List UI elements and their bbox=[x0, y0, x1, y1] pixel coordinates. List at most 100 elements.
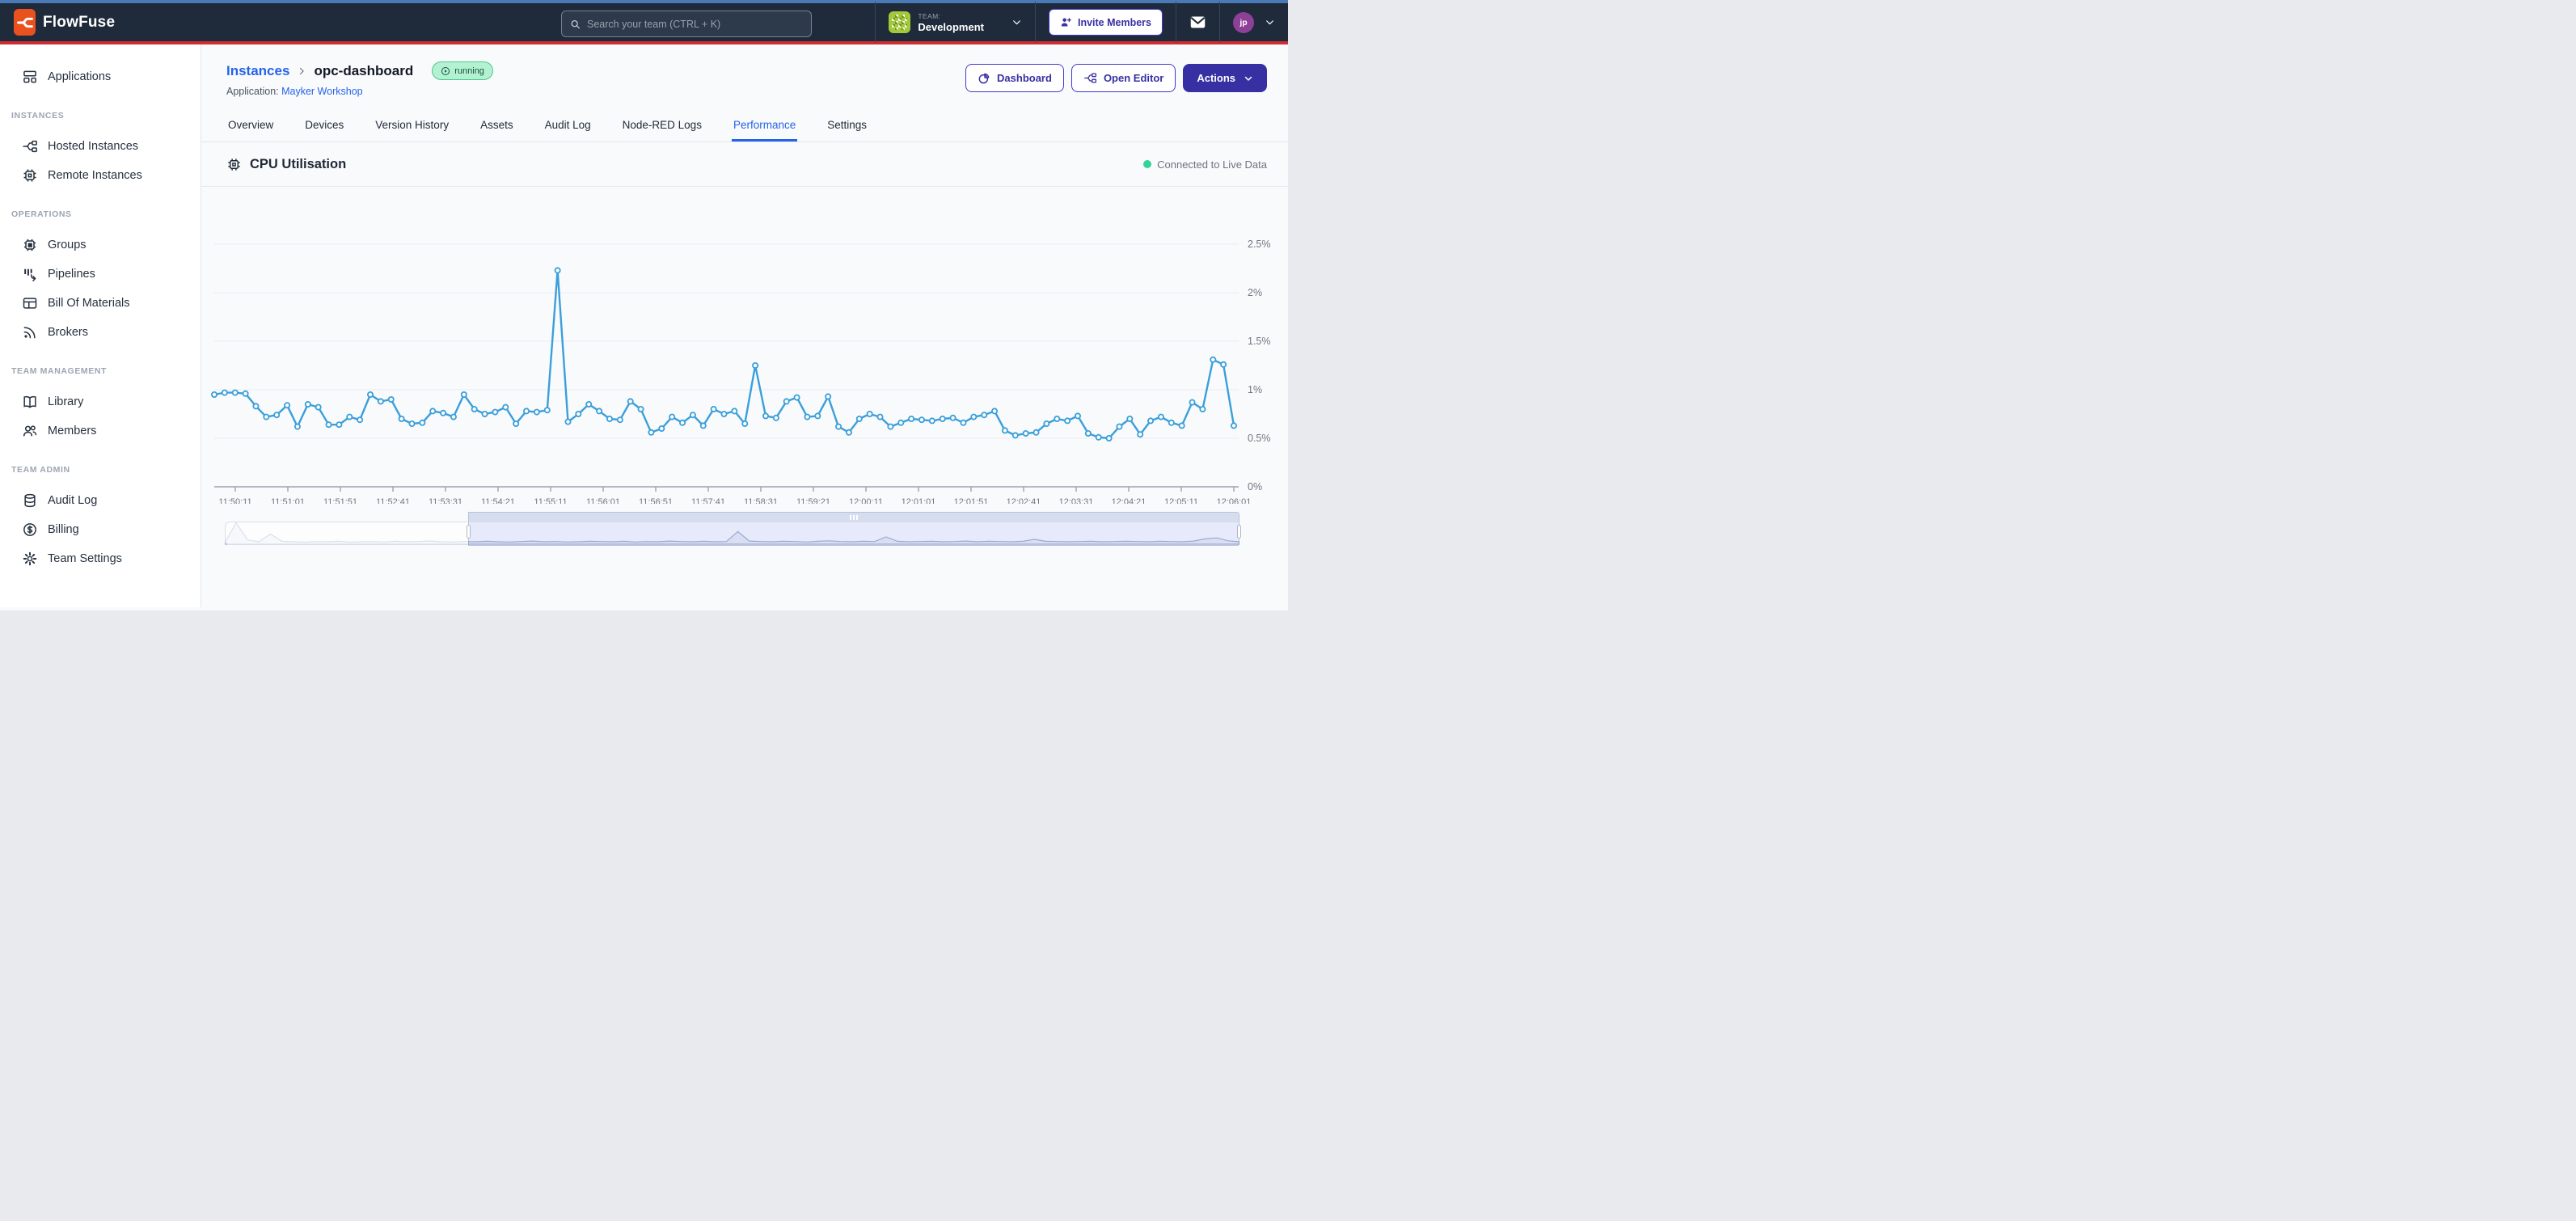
sidebar-item-remote-instances[interactable]: Remote Instances bbox=[0, 161, 201, 190]
grid-icon bbox=[22, 69, 38, 85]
instance-tabs: Overview Devices Version History Assets Audi… bbox=[201, 112, 1288, 142]
team-avatar bbox=[889, 11, 910, 33]
chip-filled-icon bbox=[22, 237, 38, 253]
sidebar-section-instances: INSTANCES bbox=[0, 111, 201, 120]
sidebar-section-team-admin: TEAM ADMIN bbox=[0, 465, 201, 475]
sidebar-item-label: Brokers bbox=[48, 326, 88, 339]
svg-text:12:01:51: 12:01:51 bbox=[954, 497, 989, 504]
svg-text:0%: 0% bbox=[1248, 481, 1262, 492]
team-name: Development bbox=[918, 21, 984, 33]
svg-text:11:54:21: 11:54:21 bbox=[481, 497, 515, 504]
svg-text:11:57:41: 11:57:41 bbox=[691, 497, 725, 504]
sidebar-item-label: Library bbox=[48, 395, 83, 408]
user-plus-icon bbox=[1060, 16, 1072, 28]
svg-text:12:06:01: 12:06:01 bbox=[1217, 497, 1252, 504]
sidebar-item-billing[interactable]: Billing bbox=[0, 515, 201, 544]
svg-text:0.5%: 0.5% bbox=[1248, 433, 1271, 444]
sidebar-item-team-settings[interactable]: Team Settings bbox=[0, 544, 201, 573]
breadcrumb-instances-link[interactable]: Instances bbox=[226, 63, 289, 79]
open-editor-button[interactable]: Open Editor bbox=[1071, 64, 1176, 92]
dashboard-button[interactable]: Dashboard bbox=[965, 64, 1064, 92]
svg-text:2.5%: 2.5% bbox=[1248, 239, 1271, 250]
play-circle-icon bbox=[441, 66, 450, 76]
sidebar-item-pipelines[interactable]: Pipelines bbox=[0, 260, 201, 289]
panel-title: CPU Utilisation bbox=[226, 157, 346, 172]
sidebar-item-label: Bill Of Materials bbox=[48, 297, 130, 310]
svg-text:11:50:11: 11:50:11 bbox=[218, 497, 251, 504]
application-link[interactable]: Mayker Workshop bbox=[281, 86, 363, 97]
tab-performance[interactable]: Performance bbox=[732, 112, 797, 142]
svg-text:11:51:01: 11:51:01 bbox=[271, 497, 305, 504]
main-content: Instances opc-dashboard running Applicat… bbox=[201, 44, 1288, 607]
tab-settings[interactable]: Settings bbox=[826, 112, 868, 142]
brush-drag-strip[interactable] bbox=[469, 513, 1239, 522]
svg-text:12:03:31: 12:03:31 bbox=[1059, 497, 1094, 504]
sidebar-item-label: Pipelines bbox=[48, 268, 95, 281]
book-icon bbox=[22, 394, 38, 410]
brush-unselected-region[interactable] bbox=[225, 522, 468, 545]
status-badge: running bbox=[432, 61, 493, 80]
flowfuse-app: FlowFuse TEAM: Development Invite Member… bbox=[0, 0, 1288, 610]
tab-assets[interactable]: Assets bbox=[479, 112, 515, 142]
sidebar-item-audit-log[interactable]: Audit Log bbox=[0, 486, 201, 515]
brand-name: FlowFuse bbox=[43, 14, 115, 32]
svg-text:12:00:11: 12:00:11 bbox=[849, 497, 883, 504]
mail-icon[interactable] bbox=[1189, 14, 1206, 31]
sidebar-item-groups[interactable]: Groups bbox=[0, 230, 201, 260]
sidebar-nav: Applications INSTANCES Hosted Instances Rem… bbox=[0, 44, 201, 607]
svg-text:11:55:11: 11:55:11 bbox=[534, 497, 567, 504]
sidebar-item-label: Remote Instances bbox=[48, 169, 142, 182]
sidebar-item-label: Hosted Instances bbox=[48, 140, 138, 153]
invite-members-button[interactable]: Invite Members bbox=[1049, 9, 1163, 36]
pipeline-icon bbox=[22, 266, 38, 282]
tab-node-red-logs[interactable]: Node-RED Logs bbox=[621, 112, 703, 142]
svg-text:2%: 2% bbox=[1248, 287, 1262, 298]
sidebar-item-label: Members bbox=[48, 425, 96, 437]
tab-devices[interactable]: Devices bbox=[303, 112, 345, 142]
team-switcher[interactable]: TEAM: Development bbox=[875, 2, 1035, 43]
notifications-segment bbox=[1176, 2, 1219, 43]
sidebar-item-hosted-instances[interactable]: Hosted Instances bbox=[0, 132, 201, 161]
user-avatar: jp bbox=[1233, 12, 1254, 33]
sidebar-item-label: Team Settings bbox=[48, 552, 122, 565]
svg-text:11:53:31: 11:53:31 bbox=[429, 497, 462, 504]
chevron-down-icon bbox=[1265, 17, 1275, 27]
tab-overview[interactable]: Overview bbox=[226, 112, 275, 142]
svg-text:1%: 1% bbox=[1248, 384, 1262, 395]
dollar-icon bbox=[22, 522, 38, 538]
fork-icon bbox=[22, 138, 38, 154]
flowfuse-logo[interactable]: FlowFuse bbox=[0, 9, 115, 36]
svg-text:12:04:21: 12:04:21 bbox=[1112, 497, 1147, 504]
brush-handle-left[interactable] bbox=[467, 525, 471, 539]
actions-button[interactable]: Actions bbox=[1183, 64, 1267, 92]
svg-text:11:56:01: 11:56:01 bbox=[586, 497, 620, 504]
cpu-utilisation-chart[interactable]: 0%0.5%1%1.5%2%2.5%11:50:1111:51:0111:51:… bbox=[201, 187, 1288, 504]
pie-chart-icon bbox=[978, 72, 990, 85]
sidebar-item-label: Billing bbox=[48, 523, 79, 536]
team-kicker: TEAM: bbox=[918, 12, 984, 20]
table-icon bbox=[22, 295, 38, 311]
sidebar-item-applications[interactable]: Applications bbox=[0, 62, 201, 91]
sidebar-item-label: Applications bbox=[48, 70, 111, 83]
chevron-right-icon bbox=[297, 66, 306, 76]
sidebar-item-library[interactable]: Library bbox=[0, 387, 201, 416]
sidebar-item-bill-of-materials[interactable]: Bill Of Materials bbox=[0, 289, 201, 318]
brush-handle-right[interactable] bbox=[1237, 525, 1241, 539]
search-input[interactable] bbox=[587, 19, 803, 30]
chevron-down-icon bbox=[1244, 74, 1253, 83]
instance-name: opc-dashboard bbox=[314, 63, 413, 79]
svg-text:11:58:31: 11:58:31 bbox=[744, 497, 778, 504]
sidebar-item-members[interactable]: Members bbox=[0, 416, 201, 446]
tab-version-history[interactable]: Version History bbox=[374, 112, 450, 142]
brush-selection[interactable] bbox=[468, 512, 1239, 546]
sidebar-item-label: Audit Log bbox=[48, 494, 97, 507]
node-red-fork-icon bbox=[1083, 71, 1097, 85]
svg-text:11:59:21: 11:59:21 bbox=[796, 497, 830, 504]
team-search[interactable] bbox=[561, 11, 812, 37]
user-menu[interactable]: jp bbox=[1219, 2, 1288, 43]
sidebar-item-brokers[interactable]: Brokers bbox=[0, 318, 201, 347]
tab-audit-log[interactable]: Audit Log bbox=[543, 112, 593, 142]
sidebar-item-label: Groups bbox=[48, 239, 87, 251]
gear-icon bbox=[22, 551, 38, 567]
live-status-dot bbox=[1143, 160, 1151, 168]
